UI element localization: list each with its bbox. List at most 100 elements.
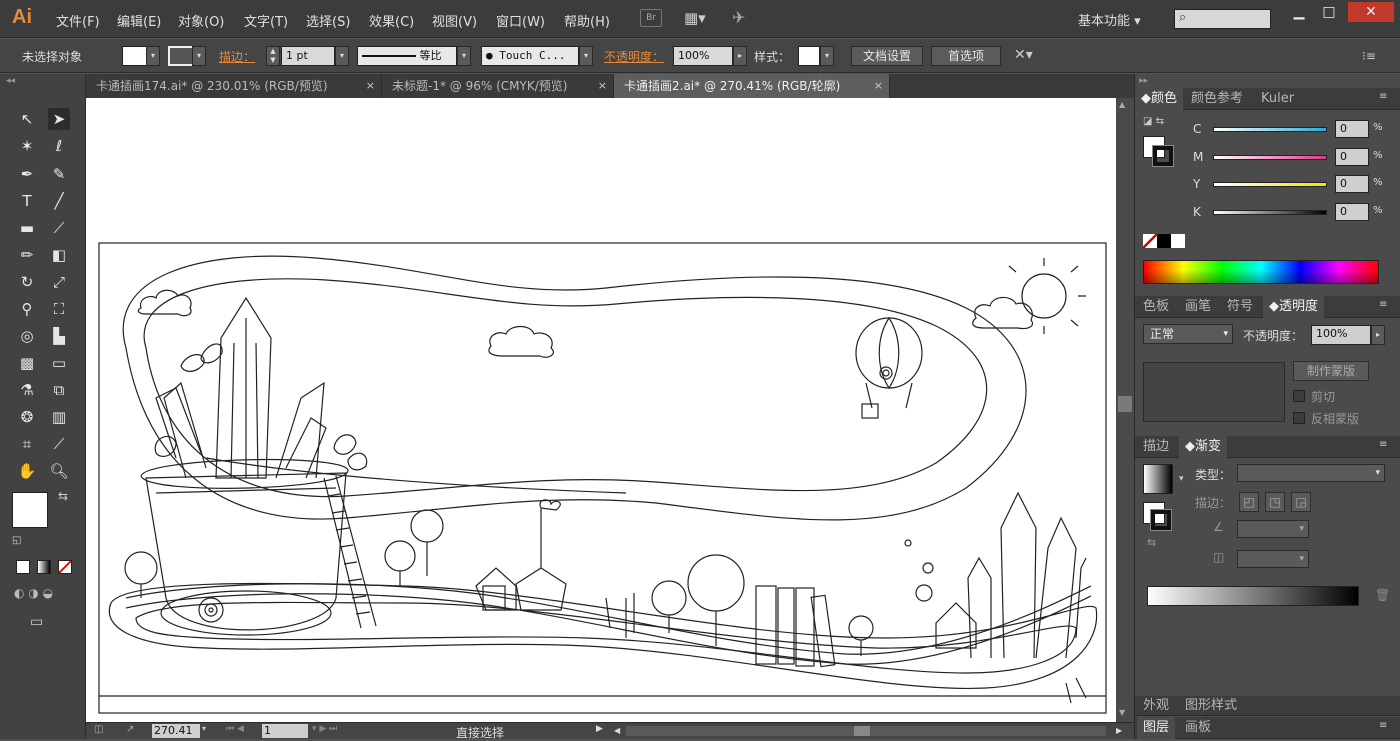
delete-stop-icon[interactable]: 🗑︎ [1375,588,1390,602]
panel-menu-icon[interactable]: ⁝≡ [1362,49,1376,63]
lasso-tool-icon[interactable]: ℓ [48,135,70,157]
preferences-button[interactable]: 首选项 [931,46,1001,66]
bridge-icon[interactable]: Br [640,9,662,27]
maximize-button[interactable]: □ [1312,2,1346,22]
color-mode-icon[interactable] [16,560,30,574]
first-artboard-icon[interactable]: ⏮ ◀ [226,724,244,734]
tab-kuler[interactable]: Kuler [1255,88,1300,110]
fill-color-swatch[interactable] [12,492,48,528]
tab-document-3[interactable]: 卡通插画2.ai* @ 270.41% (RGB/轮廓) × [614,74,890,98]
workspace-switcher[interactable]: 基本功能 ▾ [1078,10,1141,29]
channel-y-field[interactable]: 0 [1335,175,1369,193]
document-setup-button[interactable]: 文档设置 [851,46,923,66]
direct-selection-tool-icon[interactable]: ➤ [48,108,70,130]
fill-dropdown[interactable]: ▾ [146,46,160,66]
default-colors-icon[interactable]: ◱ [12,535,21,546]
artboard-field[interactable]: 1 [262,724,308,738]
swap-colors-icon[interactable]: ⇆ [58,489,68,503]
channel-m-field[interactable]: 0 [1335,148,1369,166]
close-window-button[interactable]: ✕ [1348,2,1394,22]
search-input[interactable]: ⌕ [1174,9,1271,29]
panel-menu-icon[interactable]: ≡ [1379,299,1387,310]
stroke-label[interactable]: 描边： [219,48,255,65]
blend-tool-icon[interactable]: ⧉ [48,379,70,401]
tab-artboards[interactable]: 画板 [1179,717,1217,739]
tab-color-guide[interactable]: 颜色参考 [1185,88,1249,110]
eraser-tool-icon[interactable]: ◧ [48,244,70,266]
opacity-field[interactable]: 100% [673,46,733,66]
gradient-slider[interactable] [1147,586,1359,606]
canvas[interactable] [86,98,1116,722]
panel-menu-icon[interactable]: ≡ [1379,91,1387,102]
gradient-stroke-indicator[interactable] [1150,509,1172,531]
tab-document-1[interactable]: 卡通插画174.ai* @ 230.01% (RGB/预览) × [86,74,382,98]
tab-graphic-styles[interactable]: 图形样式 [1179,696,1243,716]
aspect-ratio-field[interactable]: ▾ [1237,550,1309,568]
column-graph-tool-icon[interactable]: ▥ [48,406,70,428]
width-tool-icon[interactable]: ⚲ [16,298,38,320]
vertical-scrollbar[interactable]: ▲ ▼ [1116,98,1134,722]
scroll-down-icon[interactable]: ▼ [1119,708,1125,717]
menu-object[interactable]: 对象(O) [178,11,224,30]
close-tab-icon[interactable]: × [598,74,607,98]
screen-mode-icon[interactable]: ▭ [30,614,43,630]
tab-color[interactable]: ◆颜色 [1135,88,1184,110]
menu-select[interactable]: 选择(S) [306,11,350,30]
zoom-tool-icon[interactable]: 🔍︎ [48,460,70,482]
style-dropdown[interactable]: ▾ [820,46,834,66]
rotate-tool-icon[interactable]: ↻ [16,271,38,293]
stroke-dropdown[interactable]: ▾ [192,46,206,66]
channel-c-field[interactable]: 0 [1335,120,1369,138]
panel-menu-icon[interactable]: ≡ [1379,720,1387,731]
tab-stroke[interactable]: 描边 [1137,436,1175,458]
tab-swatches[interactable]: 色板 [1137,296,1175,318]
collapse-panels-icon[interactable]: ▸▸ [1139,76,1148,86]
paintbrush-tool-icon[interactable]: ⟋ [48,217,70,239]
style-swatch[interactable] [798,46,820,66]
stroke-color-indicator[interactable] [1152,145,1174,167]
artboard-tool-icon[interactable]: ⌗ [16,433,38,455]
close-tab-icon[interactable]: × [366,74,375,98]
selection-tool-icon[interactable]: ↖ [16,108,38,130]
channel-m-slider[interactable] [1213,155,1327,160]
free-transform-tool-icon[interactable]: ⛶ [48,298,70,320]
transparency-opacity-arrow[interactable]: ▸ [1371,325,1385,345]
gradient-mode-icon[interactable] [37,560,51,574]
curvature-tool-icon[interactable]: ✎ [48,163,70,185]
opacity-arrow[interactable]: ▸ [733,46,747,66]
gradient-preview[interactable] [1143,464,1173,494]
pencil-tool-icon[interactable]: ✏ [16,244,38,266]
stroke-across-icon[interactable]: ◲ [1291,492,1311,512]
make-mask-button[interactable]: 制作蒙版 [1293,361,1369,381]
blend-mode-select[interactable]: 正常 ▾ [1143,324,1233,344]
stroke-along-icon[interactable]: ◳ [1265,492,1285,512]
menu-effect[interactable]: 效果(C) [369,11,414,30]
reverse-gradient-icon[interactable]: ⇆ [1147,536,1156,549]
slice-tool-icon[interactable]: ⟋ [48,433,70,455]
zoom-field[interactable]: 270.41 [152,724,200,738]
none-mode-icon[interactable] [58,560,72,574]
perspective-grid-tool-icon[interactable]: ▙ [48,325,70,347]
minimize-button[interactable]: ▁ [1282,2,1316,22]
stroke-profile-field[interactable]: 等比 [357,46,457,66]
stroke-weight-dropdown[interactable]: ▾ [335,46,349,66]
gradient-tool-icon[interactable]: ▭ [48,352,70,374]
camera-icon[interactable]: ◫ [94,724,103,735]
tab-layers[interactable]: 图层 [1137,717,1176,739]
horizontal-scrollbar[interactable] [626,726,1106,736]
channel-y-slider[interactable] [1213,182,1327,187]
isolate-icon[interactable]: ✕▾ [1014,47,1033,63]
collapse-icon[interactable]: ◂◂ [6,76,15,86]
scroll-up-icon[interactable]: ▲ [1119,100,1125,109]
invert-mask-checkbox[interactable] [1293,412,1305,424]
tab-appearance[interactable]: 外观 [1137,696,1175,716]
menu-help[interactable]: 帮助(H) [564,11,610,30]
eyedropper-tool-icon[interactable]: ⚗ [16,379,38,401]
stroke-profile-dropdown[interactable]: ▾ [457,46,471,66]
zoom-dropdown[interactable]: ▾ [202,724,206,733]
gpu-performance-icon[interactable]: ✈ [732,8,745,27]
tab-gradient[interactable]: ◆渐变 [1179,436,1228,458]
tab-document-2[interactable]: 未标题-1* @ 96% (CMYK/预览) × [382,74,614,98]
clip-checkbox[interactable] [1293,390,1305,402]
gradient-type-select[interactable]: ▾ [1237,464,1385,482]
